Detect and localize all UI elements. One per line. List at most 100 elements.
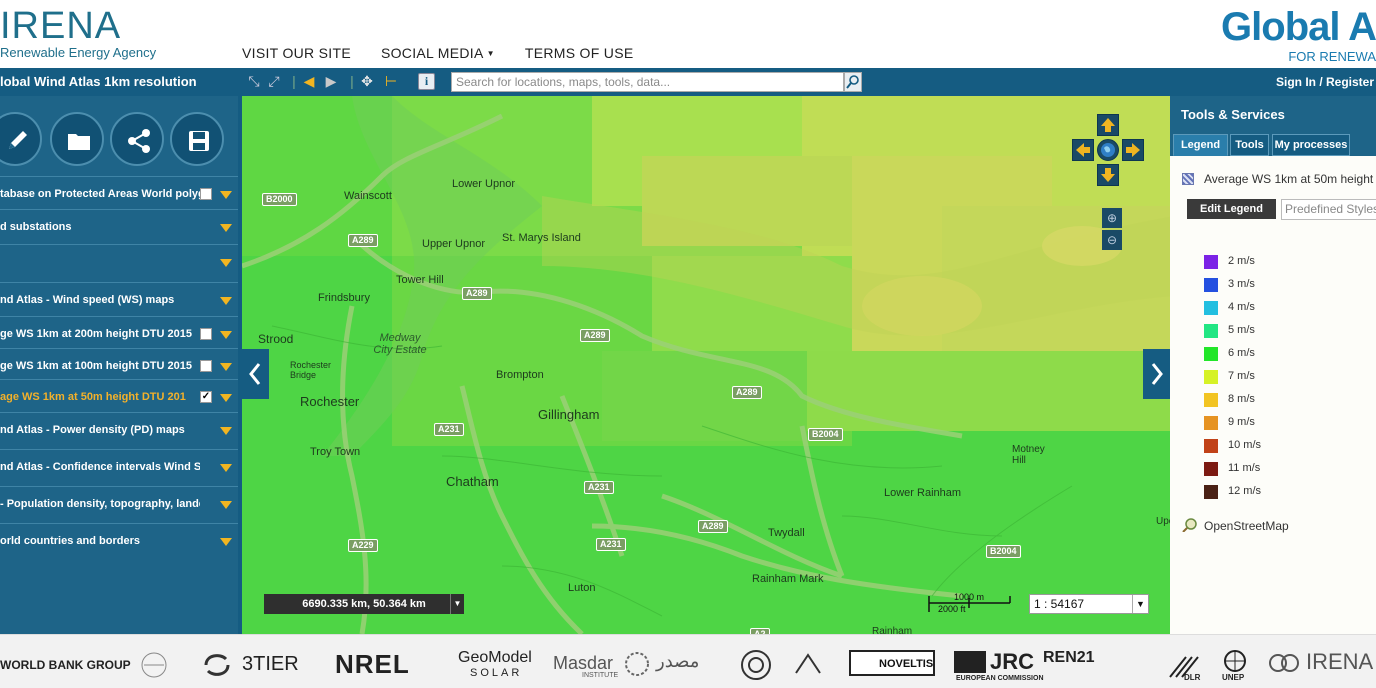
pan-up-button[interactable] [1097,114,1119,136]
arrow-left-icon [1076,143,1090,157]
irena-logo[interactable]: IRENA Renewable Energy Agency [0,6,156,60]
layer-visibility-checkbox[interactable] [200,188,212,200]
masdar-logo[interactable]: Masdar [553,653,613,674]
layer-row[interactable]: ge WS 1km at 200m height DTU 2015 [0,316,238,352]
collapse-right-panel-button[interactable] [1143,349,1170,399]
unep-text: UNEP [1222,673,1245,682]
tab-tools[interactable]: Tools [1230,134,1269,156]
layer-visibility-checkbox[interactable]: ✓ [200,391,212,403]
layer-row[interactable]: nd Atlas - Confidence intervals Wind Spe… [0,449,238,485]
scale-bar-metric: 1000 m [954,592,985,602]
info-button[interactable]: i [418,73,435,90]
arrow-up-icon [1101,118,1115,132]
place-label-chatham: Chatham [446,474,499,489]
layer-row[interactable]: nd Atlas - Wind speed (WS) maps [0,282,238,318]
nav-social-media[interactable]: SOCIAL MEDIA ▼ [381,45,495,61]
map-view[interactable]: Wainscott Lower Upnor Upper Upnor St. Ma… [238,96,1170,634]
expand-triangle-icon[interactable] [220,259,232,267]
zoom-in-button[interactable]: ⊕ [1102,208,1122,228]
search-button[interactable] [844,72,862,92]
global-atlas-logo[interactable]: Global A FOR RENEWA [1221,4,1376,64]
place-label-luton: Luton [568,582,596,594]
layer-visibility-checkbox[interactable] [200,360,212,372]
legend-swatch [1204,416,1218,430]
world-bank-logo[interactable]: WORLD BANK GROUP [0,658,131,672]
place-label-lower-rainham: Lower Rainham [884,487,962,499]
predefined-styles-select[interactable]: Predefined Styles [1281,199,1376,220]
nav-visit-site[interactable]: VISIT OUR SITE [242,45,351,61]
expand-triangle-icon[interactable] [220,427,232,435]
scale-select-value: 1 : 54167 [1034,597,1085,611]
map-base-layer [242,96,1170,634]
coordinate-value: 6690.335 km, 50.364 km [302,598,426,610]
place-label-troy-town: Troy Town [310,446,361,458]
legend-swatch [1204,347,1218,361]
road-sign: A231 [434,423,464,436]
pan-down-button[interactable] [1097,164,1119,186]
expand-triangle-icon[interactable] [220,464,232,472]
place-label-lower-upnor: Lower Upnor [452,178,515,190]
3tier-logo[interactable]: 3TIER [242,653,299,676]
legend-osm-layer: OpenStreetMap [1182,518,1289,533]
road-sign: A231 [584,481,614,494]
zoom-out-tool-icon[interactable]: ⤢ [266,73,282,89]
unep-globe-icon[interactable] [1222,649,1248,673]
layer-row[interactable]: age WS 1km at 50m height DTU 201 ✓ [0,379,238,415]
share-button[interactable] [110,112,164,166]
save-button[interactable] [170,112,224,166]
pan-left-button[interactable] [1072,139,1094,161]
noveltis-logo-text: NOVELTIS [879,658,934,670]
sign-in-register-link[interactable]: Sign In / Register [1276,75,1374,89]
scale-select[interactable]: 1 : 54167 ▼ [1029,594,1149,614]
expand-triangle-icon[interactable] [220,224,232,232]
irena-footer-logo[interactable]: IRENA [1306,649,1373,675]
mines-paristech-icon[interactable] [792,651,824,679]
forward-arrow-icon[interactable]: ▶ [323,73,339,89]
expand-triangle-icon[interactable] [220,191,232,199]
layer-row[interactable] [0,244,238,280]
nrel-logo[interactable]: NREL [335,649,410,680]
zoom-in-tool-icon[interactable]: ⤡ [246,73,262,89]
collapse-left-panel-button[interactable] [242,349,269,399]
legend-label: 9 m/s [1228,416,1255,428]
layer-visibility-checkbox[interactable] [200,328,212,340]
folder-button[interactable] [50,112,104,166]
expand-triangle-icon[interactable] [220,394,232,402]
expand-triangle-icon[interactable] [220,331,232,339]
layer-row[interactable]: d substations [0,209,238,245]
expand-triangle-icon[interactable] [220,297,232,305]
expand-triangle-icon[interactable] [220,538,232,546]
pan-tool-icon[interactable]: ✥ [359,73,375,89]
arrow-right-icon [1126,143,1140,157]
pan-right-button[interactable] [1122,139,1144,161]
measure-tool-icon[interactable]: ⊢ [383,73,399,89]
layer-row[interactable]: - Population density, topography, landco… [0,486,238,522]
nav-terms[interactable]: TERMS OF USE [525,45,634,61]
noveltis-logo[interactable]: NOVELTIS [849,650,935,676]
edit-legend-button[interactable]: Edit Legend [1187,199,1276,219]
layer-row[interactable]: tabase on Protected Areas World polygo [0,176,238,212]
geomodel-logo[interactable]: GeoModel [458,649,532,667]
legend-layer-title: Average WS 1km at 50m height [1182,172,1373,186]
tab-legend[interactable]: Legend [1173,134,1228,156]
expand-triangle-icon[interactable] [220,501,232,509]
3tier-swirl-icon [204,654,230,676]
tab-my-processes[interactable]: My processes [1272,134,1350,156]
globe-icon [1101,143,1115,157]
jrc-logo[interactable]: JRC [990,649,1034,675]
coordinate-readout[interactable]: 6690.335 km, 50.364 km ▼ [264,594,464,614]
draw-button[interactable] [0,112,42,166]
globe-home-button[interactable] [1097,139,1119,161]
layer-row[interactable]: nd Atlas - Power density (PD) maps [0,412,238,448]
zoom-out-button[interactable]: ⊖ [1102,230,1122,250]
ren21-logo[interactable]: REN21 [1043,649,1095,667]
search-input[interactable] [451,72,844,92]
chevron-down-icon: ▼ [1132,595,1148,613]
seal-logo-icon[interactable] [740,649,772,681]
back-arrow-icon[interactable]: ◀ [301,73,317,89]
chevron-down-icon: ▼ [486,49,495,58]
geomodel-solar-text: SOLAR [470,667,523,679]
layer-row[interactable]: orld countries and borders [0,523,238,559]
expand-triangle-icon[interactable] [220,363,232,371]
circle-logo-icon[interactable] [134,651,174,679]
